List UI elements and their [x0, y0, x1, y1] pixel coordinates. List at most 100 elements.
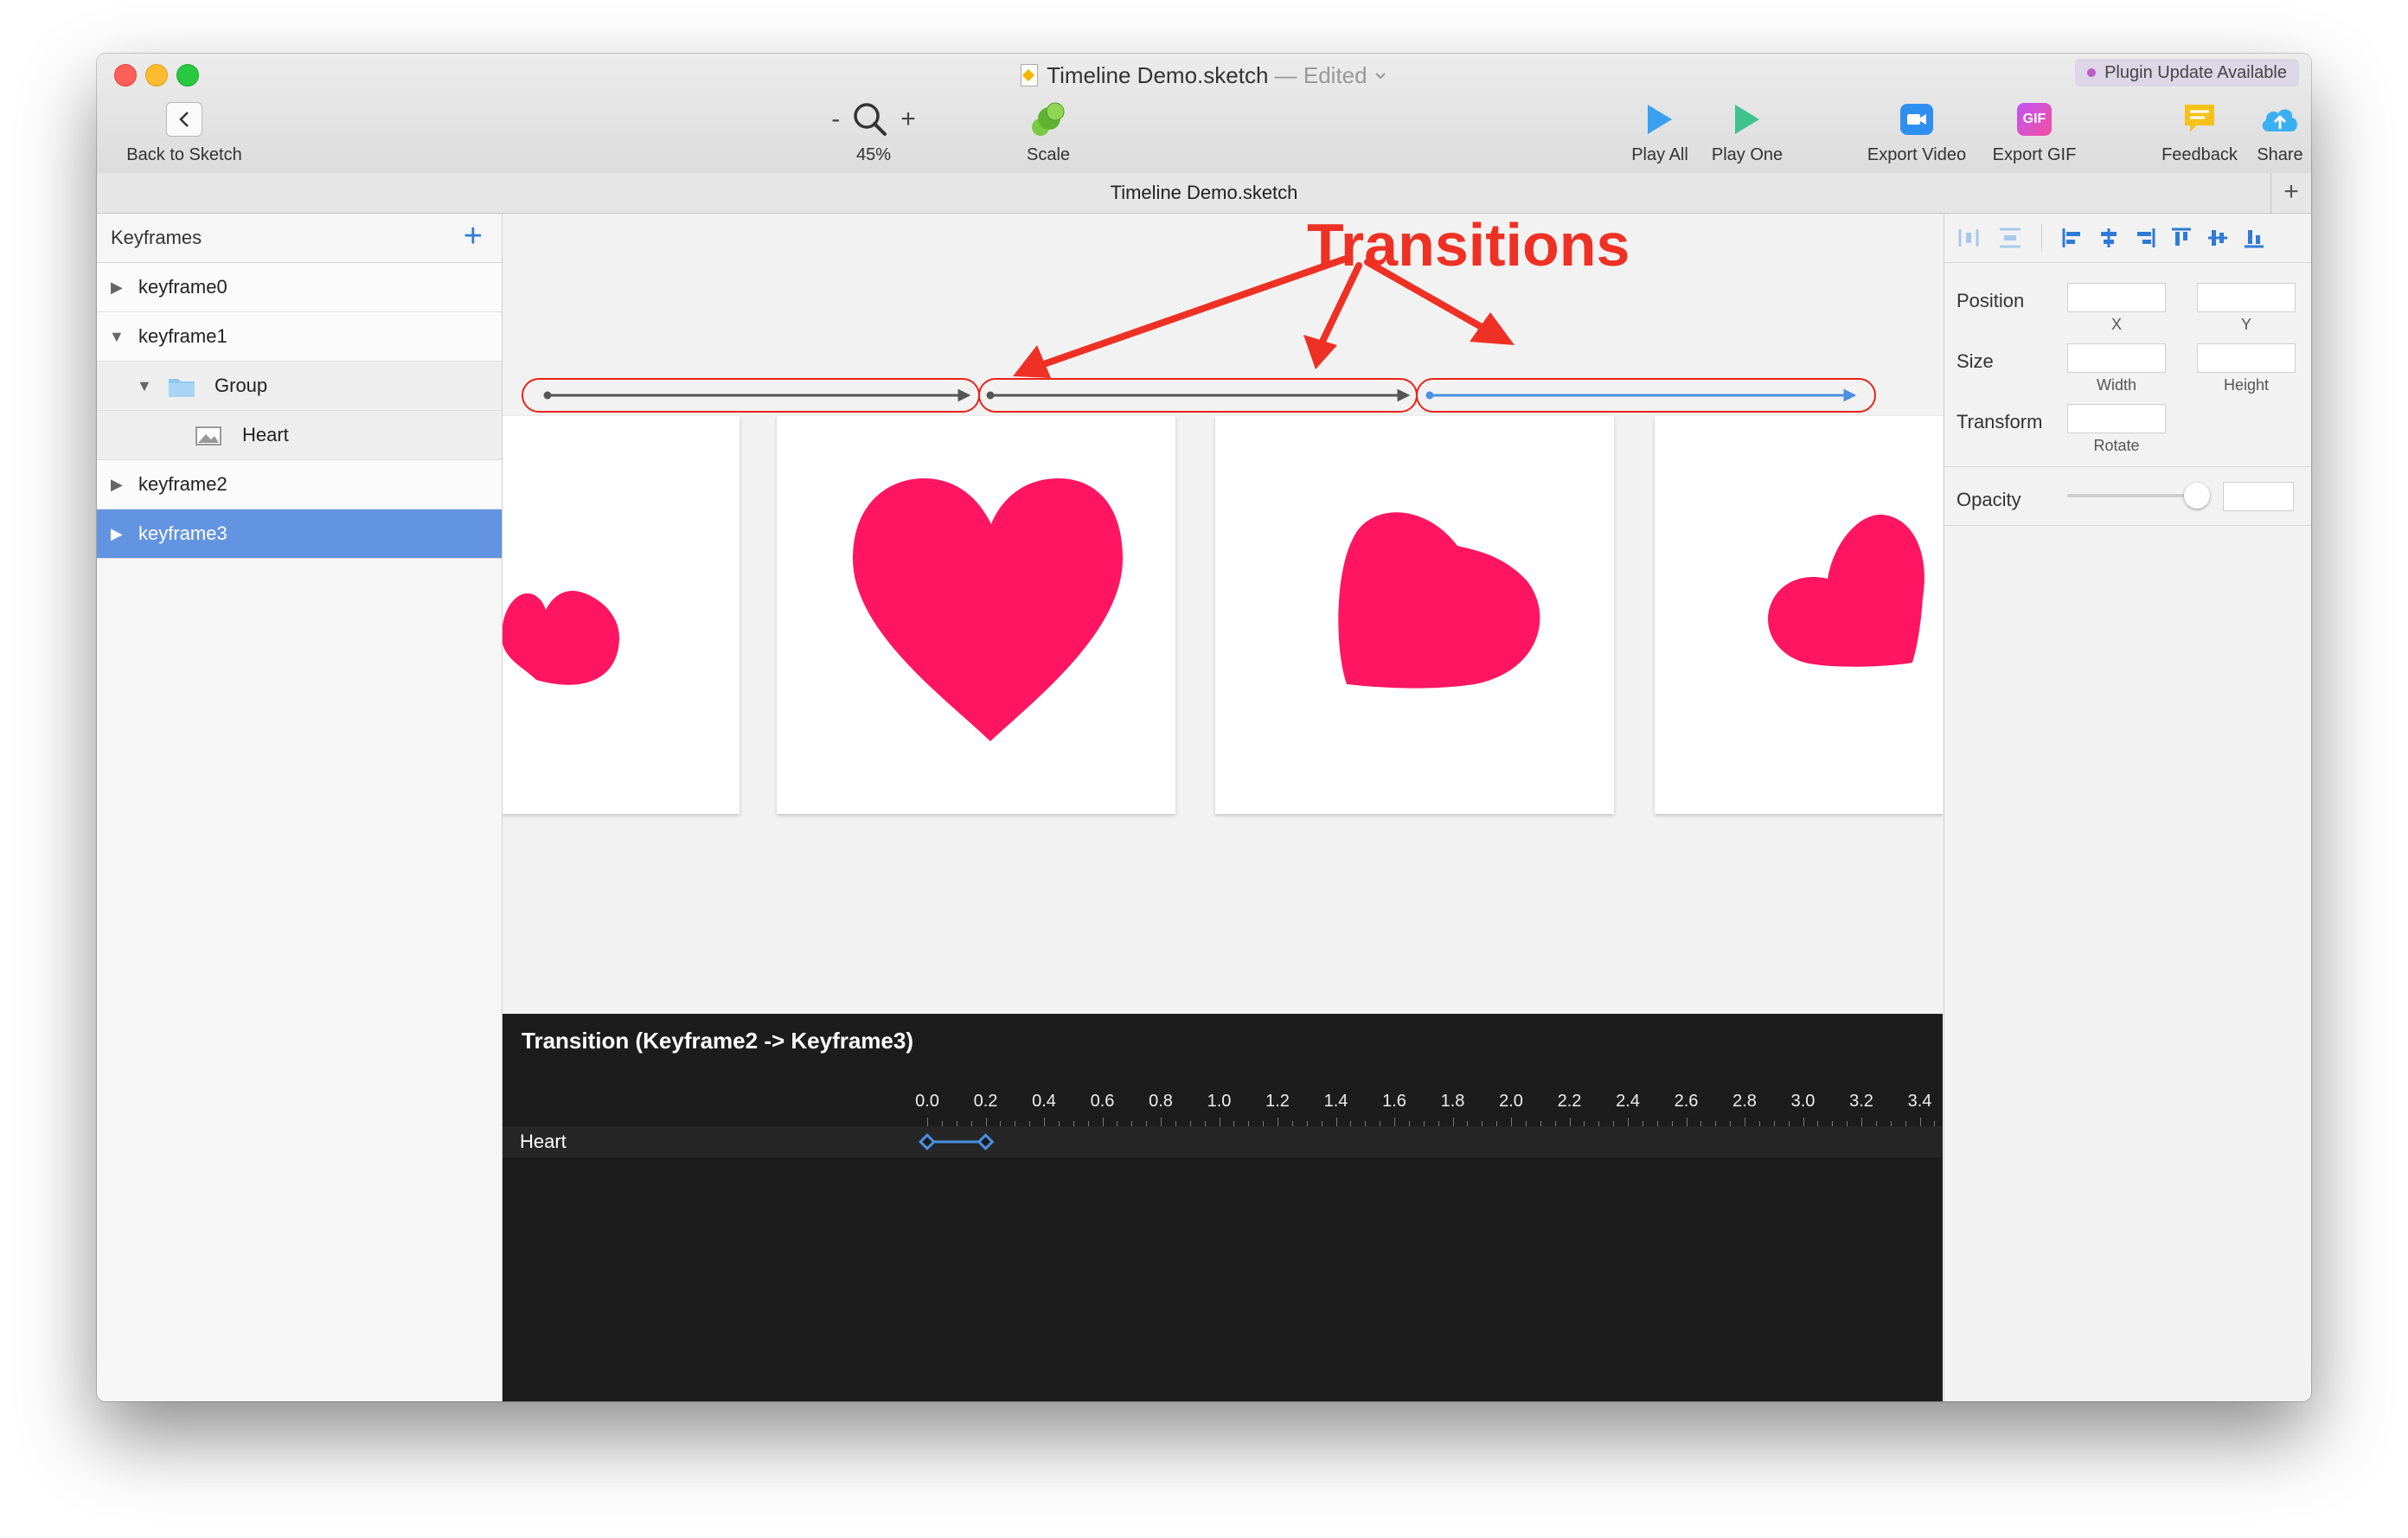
opacity-label: Opacity — [1956, 489, 2021, 510]
position-x-input[interactable] — [2067, 283, 2166, 312]
opacity-input[interactable] — [2223, 482, 2294, 511]
align-left-icon[interactable] — [2060, 226, 2085, 250]
x-caption: X — [2110, 316, 2122, 333]
toolbar: Timeline Demo.sketch — Edited Plugin Upd… — [97, 54, 2311, 174]
play-one-label: Play One — [1711, 145, 1784, 164]
width-input[interactable] — [2067, 343, 2166, 373]
time-tick-label: 2.2 — [1557, 1092, 1582, 1111]
time-tick-label: 0.4 — [1032, 1092, 1056, 1111]
back-to-sketch-button[interactable]: Back to Sketch — [112, 99, 256, 165]
keyframe-diamond-icon[interactable] — [919, 1133, 936, 1150]
time-tick-label: 0.0 — [915, 1092, 939, 1111]
export-video-button[interactable]: Export Video — [1856, 99, 1977, 165]
inspector-panel: Position X Y Size Width Height Transform… — [1944, 214, 2311, 1401]
scale-button[interactable]: Scale — [1005, 99, 1092, 165]
keyframe-row-selected[interactable]: ▶ keyframe3 — [97, 509, 502, 559]
folder-icon — [169, 379, 195, 397]
export-gif-button[interactable]: GIF Export GIF — [1982, 99, 2086, 165]
export-gif-label: Export GIF — [1992, 145, 2077, 164]
height-input[interactable] — [2197, 343, 2296, 373]
feedback-label: Feedback — [2161, 145, 2238, 164]
document-tab-bar: Timeline Demo.sketch + — [97, 173, 2311, 214]
disclosure-down-icon[interactable]: ▼ — [137, 362, 152, 410]
share-button[interactable]: Share — [2247, 99, 2311, 165]
heart-icon — [503, 591, 619, 685]
plugin-update-badge[interactable]: Plugin Update Available — [2075, 59, 2299, 87]
magnifier-icon[interactable] — [852, 101, 888, 138]
keyframe-label: keyframe2 — [138, 473, 227, 495]
speech-bubble-icon — [2185, 105, 2214, 132]
opacity-slider-track[interactable] — [2067, 494, 2197, 497]
window-title: Timeline Demo.sketch — Edited — [97, 62, 2311, 89]
time-tick-label: 2.0 — [1499, 1092, 1523, 1111]
keyframe-2-artboard[interactable] — [1215, 416, 1614, 814]
edited-status[interactable]: — Edited — [1275, 62, 1367, 88]
position-y-input[interactable] — [2197, 283, 2296, 312]
timeline-layer-row[interactable]: Heart — [503, 1126, 1943, 1157]
transition-tracks — [543, 388, 1857, 402]
keyframe-0-artboard[interactable] — [503, 416, 740, 814]
time-tick-label: 3.2 — [1849, 1092, 1873, 1111]
play-all-button[interactable]: Play All — [1621, 99, 1699, 165]
plugin-update-label: Plugin Update Available — [2104, 63, 2287, 82]
distribute-vertical-icon[interactable] — [1998, 226, 2022, 250]
play-one-button[interactable]: Play One — [1704, 99, 1790, 165]
play-all-label: Play All — [1631, 145, 1688, 164]
video-camera-icon — [1900, 104, 1933, 135]
artboard-canvas[interactable]: Transitions — [503, 214, 1943, 1014]
time-tick-label: 0.2 — [973, 1092, 998, 1111]
keyframe-row[interactable]: ▼ keyframe1 — [97, 312, 502, 362]
keyframe-1-artboard[interactable] — [777, 416, 1175, 814]
rotate-caption: Rotate — [2093, 437, 2140, 454]
time-tick-mark — [1394, 1118, 1395, 1126]
timeline-panel: Transition (Keyframe2 -> Keyframe3) 0.0 0… — [503, 1014, 2048, 1401]
cloud-upload-icon — [2262, 109, 2297, 131]
layer-row[interactable]: Heart — [97, 411, 502, 460]
notification-dot-icon — [2087, 68, 2097, 77]
zoom-control: - + 45% — [822, 99, 925, 165]
disclosure-right-icon[interactable]: ▶ — [111, 263, 123, 311]
opacity-slider-knob[interactable] — [2184, 483, 2210, 509]
disclosure-down-icon[interactable]: ▼ — [109, 312, 125, 361]
time-tick-mark — [1803, 1118, 1804, 1126]
rotate-input[interactable] — [2067, 404, 2166, 433]
group-row[interactable]: ▼ Group — [97, 362, 502, 411]
keyframes-header: Keyframes + — [97, 214, 502, 263]
feedback-button[interactable]: Feedback — [2152, 99, 2247, 165]
distribute-horizontal-icon[interactable] — [1956, 226, 1981, 250]
document-name: Timeline Demo.sketch — [1047, 62, 1269, 88]
sketch-document-icon — [1021, 64, 1039, 87]
keyframe-row[interactable]: ▶ keyframe0 — [97, 263, 502, 312]
gif-icon: GIF — [2017, 103, 2052, 136]
align-center-horizontal-icon[interactable] — [2097, 226, 2121, 250]
time-tick-mark — [1511, 1118, 1512, 1126]
align-middle-vertical-icon[interactable] — [2206, 226, 2230, 250]
keyframe-segment[interactable] — [503, 1126, 1943, 1157]
disclosure-right-icon[interactable]: ▶ — [111, 460, 123, 509]
time-tick-mark — [1161, 1118, 1162, 1126]
document-tab[interactable]: Timeline Demo.sketch — [97, 173, 2311, 213]
keyframe-3-artboard[interactable] — [1655, 416, 1943, 814]
align-top-icon[interactable] — [2169, 226, 2193, 250]
align-right-icon[interactable] — [2133, 226, 2157, 250]
zoom-out-button[interactable]: - — [831, 105, 840, 134]
time-tick-label: 2.4 — [1616, 1092, 1640, 1111]
time-tick-mark — [1628, 1118, 1629, 1126]
add-tab-button[interactable]: + — [2270, 173, 2311, 213]
position-label: Position — [1956, 290, 2025, 311]
time-tick-label: 1.0 — [1207, 1092, 1232, 1111]
time-tick-label: 3.4 — [1907, 1092, 1932, 1111]
transform-label: Transform — [1956, 411, 2043, 433]
keyframe-row[interactable]: ▶ keyframe2 — [97, 460, 502, 509]
chevron-down-icon — [1375, 73, 1386, 80]
time-tick-label: 1.4 — [1323, 1092, 1348, 1111]
time-tick-mark — [1335, 1118, 1337, 1126]
time-tick-label: 2.8 — [1732, 1092, 1757, 1111]
align-bottom-icon[interactable] — [2242, 226, 2266, 250]
heart-icon — [1338, 512, 1540, 689]
zoom-in-button[interactable]: + — [900, 105, 916, 134]
add-keyframe-button[interactable]: + — [464, 214, 483, 259]
disclosure-right-icon[interactable]: ▶ — [111, 509, 123, 558]
keyframe-diamond-icon[interactable] — [977, 1133, 995, 1150]
time-tick-mark — [1919, 1118, 1921, 1126]
